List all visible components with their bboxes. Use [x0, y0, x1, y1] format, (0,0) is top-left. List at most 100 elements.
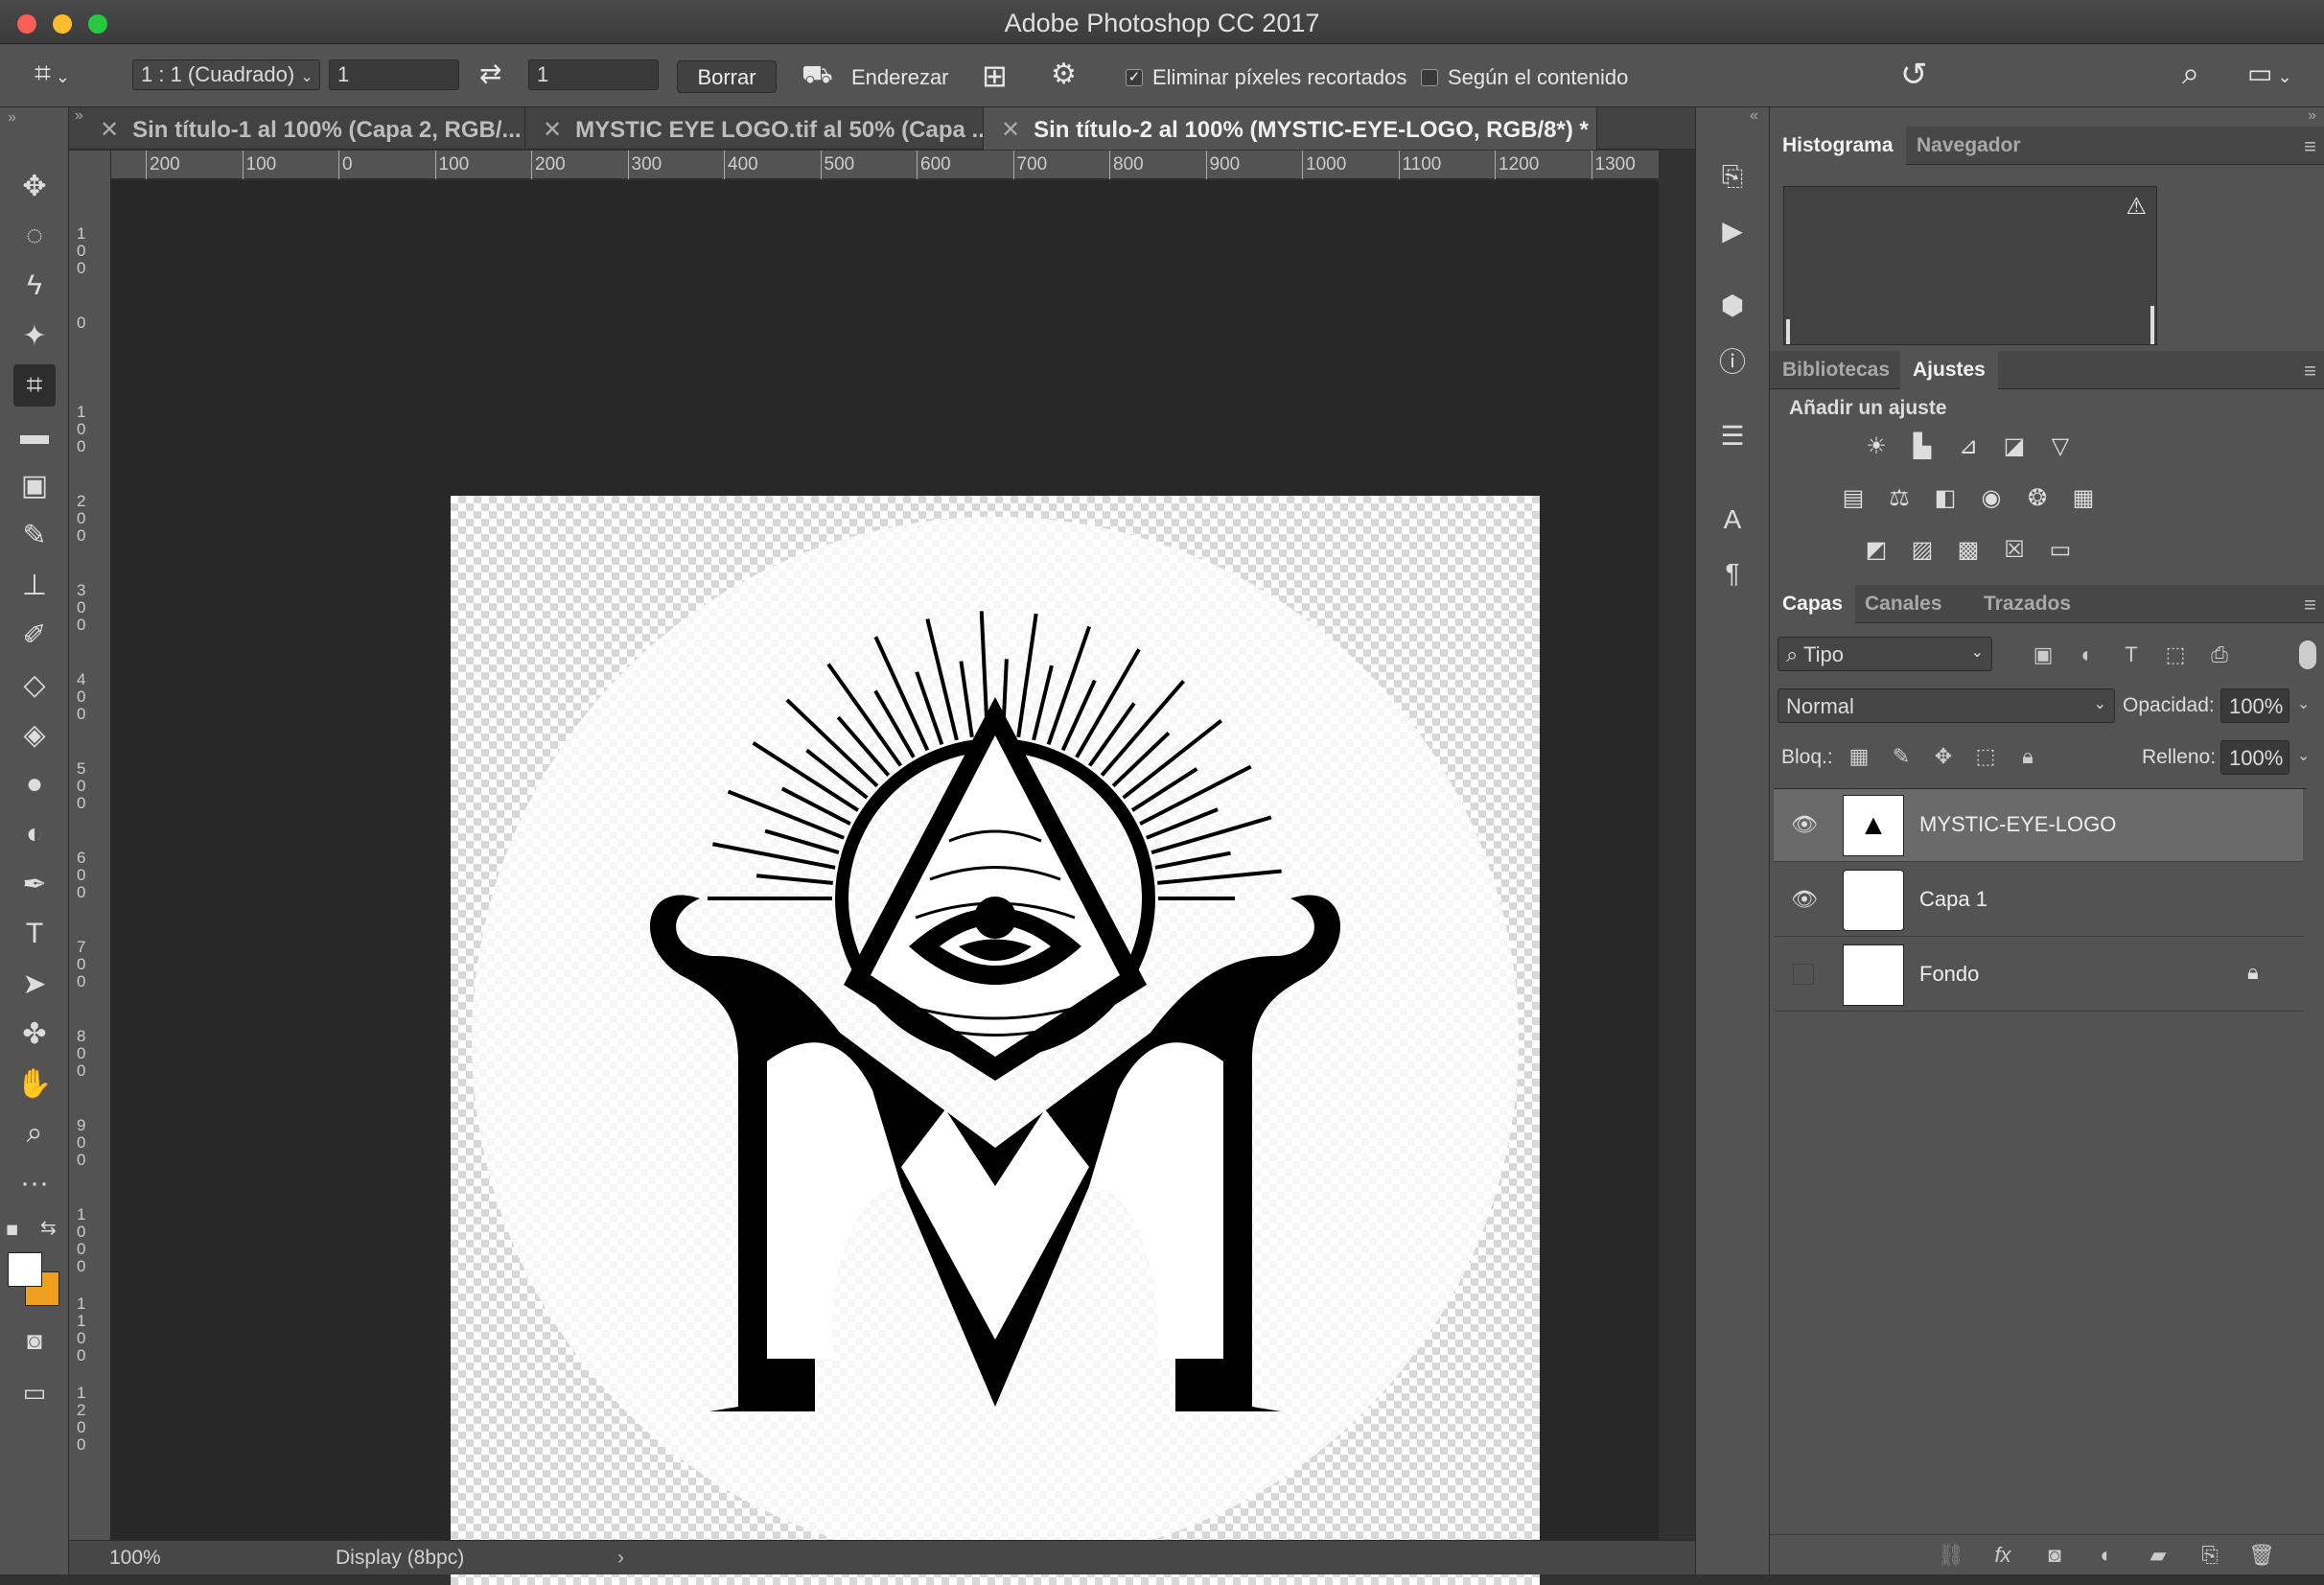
link-layers-icon[interactable]: ⛓ — [1935, 1539, 1967, 1572]
elliptical-marquee-tool-icon[interactable]: ◌ — [13, 215, 56, 257]
swap-dimensions-icon[interactable]: ⇄ — [479, 58, 501, 89]
visibility-eye-icon[interactable]: 👁︎ — [1791, 812, 1818, 839]
new-layer-icon[interactable]: ⎘ — [2194, 1539, 2226, 1572]
ruler-tool-icon[interactable]: ▬ — [13, 414, 56, 456]
paragraph-panel-icon[interactable]: ¶ — [1713, 554, 1752, 593]
status-menu-arrow-icon[interactable]: › — [617, 1547, 624, 1570]
straighten-label[interactable]: Enderezar — [851, 65, 949, 90]
search-icon[interactable]: ⌕ — [2182, 56, 2199, 92]
lock-artboard-icon[interactable]: ⬚ — [1969, 740, 2002, 773]
info-icon[interactable]: ⓘ — [1713, 341, 1752, 380]
zoom-tool-icon[interactable]: ⌕ — [13, 1112, 56, 1154]
close-tab-icon[interactable]: ✕ — [543, 117, 562, 143]
lock-pixels-icon[interactable]: ✎ — [1885, 740, 1917, 773]
filter-toggle-switch[interactable] — [2299, 641, 2316, 669]
delete-layer-trash-icon[interactable]: 🗑︎ — [2245, 1539, 2278, 1572]
properties-panel-icon[interactable]: ☰ — [1713, 416, 1752, 455]
selective-color-icon[interactable]: ☒ — [1998, 533, 2031, 566]
clear-button[interactable]: Borrar — [677, 60, 777, 93]
magic-wand-tool-icon[interactable]: ✦ — [13, 315, 56, 357]
exposure-icon[interactable]: ◪ — [1998, 430, 2031, 462]
hue-saturation-icon[interactable]: ▤ — [1837, 481, 1870, 514]
blend-mode-select[interactable]: Normal ⌄ — [1778, 688, 2115, 723]
eraser-tool-icon[interactable]: ◇ — [13, 664, 56, 706]
zoom-level[interactable]: 100% — [109, 1547, 161, 1570]
channel-mixer-icon[interactable]: ❂ — [2021, 481, 2054, 514]
custom-shape-tool-icon[interactable]: ✤ — [13, 1013, 56, 1055]
layer-name[interactable]: Capa 1 — [1919, 887, 1987, 912]
filter-adjustment-icon[interactable]: ◐ — [2071, 639, 2103, 671]
workspace-icon[interactable]: ▭ ⌄ — [2247, 58, 2292, 89]
black-white-icon[interactable]: ◧ — [1929, 481, 1962, 514]
status-display-info[interactable]: Display (8bpc) — [336, 1547, 464, 1570]
opacity-input[interactable]: 100% — [2220, 688, 2289, 723]
3d-panel-icon[interactable]: ⬢ — [1713, 286, 1752, 324]
filter-shape-icon[interactable]: ⬚ — [2159, 639, 2192, 671]
collapse-toolbox-icon[interactable]: » — [8, 109, 16, 127]
tab-paths[interactable]: Trazados — [1971, 585, 2083, 623]
panel-menu-icon[interactable]: ≡ — [2304, 593, 2316, 618]
close-tab-icon[interactable]: ✕ — [1001, 117, 1020, 143]
color-lookup-icon[interactable]: ▦ — [2067, 481, 2100, 514]
layer-name[interactable]: Fondo — [1919, 962, 1979, 987]
brightness-contrast-icon[interactable]: ☀ — [1860, 430, 1893, 462]
canvas-area[interactable] — [111, 180, 1659, 1585]
type-tool-icon[interactable]: T — [13, 913, 56, 955]
layer-row[interactable]: 👁︎ Capa 1 — [1774, 864, 2303, 937]
panel-menu-icon[interactable]: ≡ — [2304, 134, 2316, 159]
curves-icon[interactable]: ⊿ — [1952, 430, 1985, 462]
document-canvas[interactable] — [451, 496, 1540, 1585]
pen-tool-icon[interactable]: ✒ — [13, 863, 56, 905]
default-colors-icon[interactable]: ◼ — [6, 1220, 18, 1239]
blur-tool-icon[interactable]: ● — [13, 763, 56, 805]
filter-pixel-icon[interactable]: ▣ — [2027, 639, 2059, 671]
crop-tool-preset-icon[interactable]: ⌗ ⌄ — [35, 58, 70, 90]
crop-width-input[interactable]: 1 — [329, 59, 459, 90]
lock-position-icon[interactable]: ✥ — [1927, 740, 1960, 773]
clone-stamp-tool-icon[interactable]: ⊥ — [13, 564, 56, 606]
layer-style-fx-icon[interactable]: fx — [1987, 1539, 2019, 1572]
tab-histogram[interactable]: Histograma — [1770, 127, 1906, 165]
quick-mask-icon[interactable]: ◙ — [13, 1319, 56, 1362]
panel-menu-icon[interactable]: ≡ — [2304, 359, 2316, 384]
filter-type-icon[interactable]: T — [2115, 639, 2148, 671]
collapse-strip-icon[interactable]: « — [1750, 107, 1758, 125]
foreground-color-swatch[interactable] — [8, 1252, 42, 1287]
history-brush-tool-icon[interactable]: ✐ — [13, 614, 56, 656]
crop-overlay-icon[interactable]: ⊞ — [982, 58, 1008, 94]
posterize-icon[interactable]: ▨ — [1906, 533, 1939, 566]
path-selection-tool-icon[interactable]: ➤ — [13, 963, 56, 1005]
fill-input[interactable]: 100% — [2220, 740, 2289, 775]
doc-tab-3[interactable]: ✕ Sin título-2 al 100% (MYSTIC-EYE-LOGO, … — [984, 107, 1597, 150]
screen-mode-icon[interactable]: ▭ — [13, 1371, 56, 1413]
warning-icon[interactable]: ⚠ — [2126, 193, 2147, 221]
levels-icon[interactable]: ▙ — [1906, 430, 1939, 462]
layer-name[interactable]: MYSTIC-EYE-LOGO — [1919, 812, 2116, 837]
move-tool-icon[interactable]: ✥ — [13, 165, 56, 207]
close-tab-icon[interactable]: ✕ — [100, 117, 119, 143]
paint-bucket-tool-icon[interactable]: ◈ — [13, 713, 56, 756]
color-balance-icon[interactable]: ⚖ — [1883, 481, 1916, 514]
tab-navigator[interactable]: Navegador — [1904, 127, 2034, 165]
threshold-icon[interactable]: ▩ — [1952, 533, 1985, 566]
photo-filter-icon[interactable]: ◉ — [1975, 481, 2008, 514]
actions-play-icon[interactable]: ▶ — [1713, 211, 1752, 249]
visibility-off-box[interactable] — [1793, 964, 1814, 985]
layer-row[interactable]: Fondo 🔒︎ — [1774, 939, 2303, 1012]
opacity-dropdown-icon[interactable]: ⌄ — [2297, 694, 2310, 713]
collapse-right-panels-icon[interactable]: » — [2308, 107, 2316, 125]
frame-tool-icon[interactable]: ▣ — [13, 464, 56, 506]
crop-height-input[interactable]: 1 — [528, 59, 659, 90]
tab-libraries[interactable]: Bibliotecas — [1770, 351, 1902, 389]
brush-tool-icon[interactable]: ✎ — [13, 514, 56, 556]
dodge-tool-icon[interactable]: ◐ — [13, 813, 56, 855]
ratio-preset-select[interactable]: 1 : 1 (Cuadrado) ⌄ — [132, 59, 320, 90]
visibility-eye-icon[interactable]: 👁︎ — [1791, 887, 1818, 914]
character-panel-icon[interactable]: A — [1713, 501, 1752, 539]
gradient-map-icon[interactable]: ▭ — [2044, 533, 2077, 566]
content-aware-checkbox[interactable] — [1421, 69, 1438, 86]
doc-tab-2[interactable]: ✕ MYSTIC EYE LOGO.tif al 50% (Capa ... — [525, 107, 984, 150]
more-tools-icon[interactable]: ··· — [13, 1162, 56, 1204]
straighten-icon[interactable]: ⛟ — [802, 59, 833, 93]
history-panel-icon[interactable]: ⎘ — [1713, 157, 1752, 196]
